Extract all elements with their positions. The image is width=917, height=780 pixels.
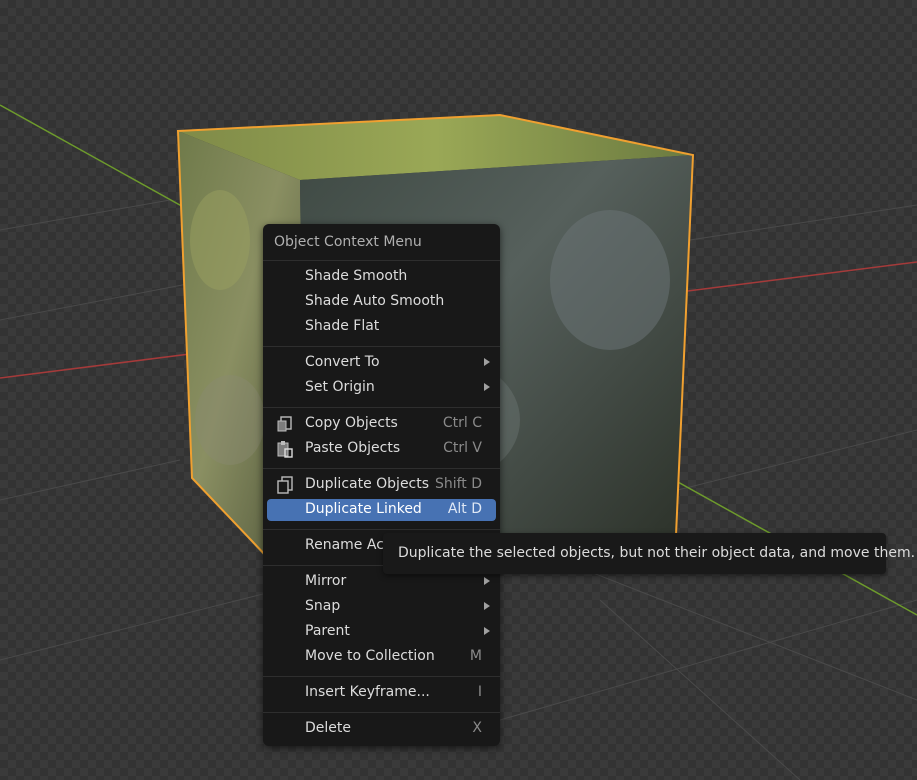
submenu-arrow-icon	[484, 358, 490, 366]
menu-item-insert-keyframe[interactable]: Insert Keyframe... I	[267, 682, 496, 704]
menu-item-label: Convert To	[305, 354, 380, 370]
menu-item-label: Duplicate Objects	[305, 476, 430, 492]
menu-item-duplicate-objects[interactable]: Duplicate Objects Shift D	[267, 474, 496, 496]
menu-item-snap[interactable]: Snap	[267, 596, 496, 618]
menu-item-parent[interactable]: Parent	[267, 621, 496, 643]
menu-item-paste-objects[interactable]: Paste Objects Ctrl V	[267, 438, 496, 460]
menu-item-label: Paste Objects	[305, 440, 401, 456]
menu-item-label: Set Origin	[305, 379, 375, 395]
menu-separator	[263, 529, 500, 530]
menu-item-label: Shade Smooth	[305, 268, 408, 284]
menu-item-shade-smooth[interactable]: Shade Smooth	[267, 266, 496, 288]
menu-item-shortcut: X	[472, 720, 482, 736]
tooltip: Duplicate the selected objects, but not …	[383, 533, 915, 574]
menu-item-label: Mirror	[305, 573, 347, 589]
submenu-arrow-icon	[484, 602, 490, 610]
menu-item-label: Delete	[305, 720, 351, 736]
menu-item-shortcut: M	[469, 648, 482, 664]
menu-item-shortcut: Ctrl V	[443, 440, 482, 456]
menu-item-label: Insert Keyframe...	[305, 684, 430, 700]
menu-item-set-origin[interactable]: Set Origin	[267, 377, 496, 399]
menu-item-label: Copy Objects	[305, 415, 398, 431]
menu-separator	[263, 468, 500, 469]
menu-item-label: Shade Auto Smooth	[305, 293, 445, 309]
menu-item-label: Duplicate Linked	[305, 501, 422, 517]
menu-item-shade-auto-smooth[interactable]: Shade Auto Smooth	[267, 291, 496, 313]
menu-item-shortcut: Shift D	[434, 476, 482, 492]
menu-item-convert-to[interactable]: Convert To	[267, 352, 496, 374]
paste-icon	[277, 441, 293, 458]
menu-item-delete[interactable]: Delete X	[267, 718, 496, 740]
menu-item-shortcut: I	[477, 684, 482, 700]
tooltip-text: Duplicate the selected objects, but not …	[398, 545, 916, 561]
menu-separator	[263, 346, 500, 347]
menu-item-shade-flat[interactable]: Shade Flat	[267, 316, 496, 338]
menu-item-move-to-collection[interactable]: Move to Collection M	[267, 646, 496, 668]
menu-item-mirror[interactable]: Mirror	[267, 571, 496, 593]
menu-item-shortcut: Alt D	[447, 501, 482, 517]
menu-item-label: Move to Collection	[305, 648, 435, 664]
menu-item-label: Snap	[305, 598, 341, 614]
menu-item-duplicate-linked[interactable]: Duplicate Linked Alt D	[267, 499, 496, 521]
submenu-arrow-icon	[484, 627, 490, 635]
menu-separator	[263, 407, 500, 408]
menu-separator	[263, 712, 500, 713]
duplicate-icon	[277, 476, 293, 494]
menu-title: Object Context Menu	[274, 234, 422, 250]
menu-item-copy-objects[interactable]: Copy Objects Ctrl C	[267, 413, 496, 435]
menu-separator	[263, 260, 500, 261]
menu-item-label: Parent	[305, 623, 350, 639]
menu-item-label: Shade Flat	[305, 318, 380, 334]
submenu-arrow-icon	[484, 577, 490, 585]
copy-icon	[277, 416, 292, 432]
object-context-menu: Object Context Menu Shade Smooth Shade A…	[263, 224, 500, 746]
submenu-arrow-icon	[484, 383, 490, 391]
menu-item-shortcut: Ctrl C	[442, 415, 482, 431]
menu-separator	[263, 676, 500, 677]
